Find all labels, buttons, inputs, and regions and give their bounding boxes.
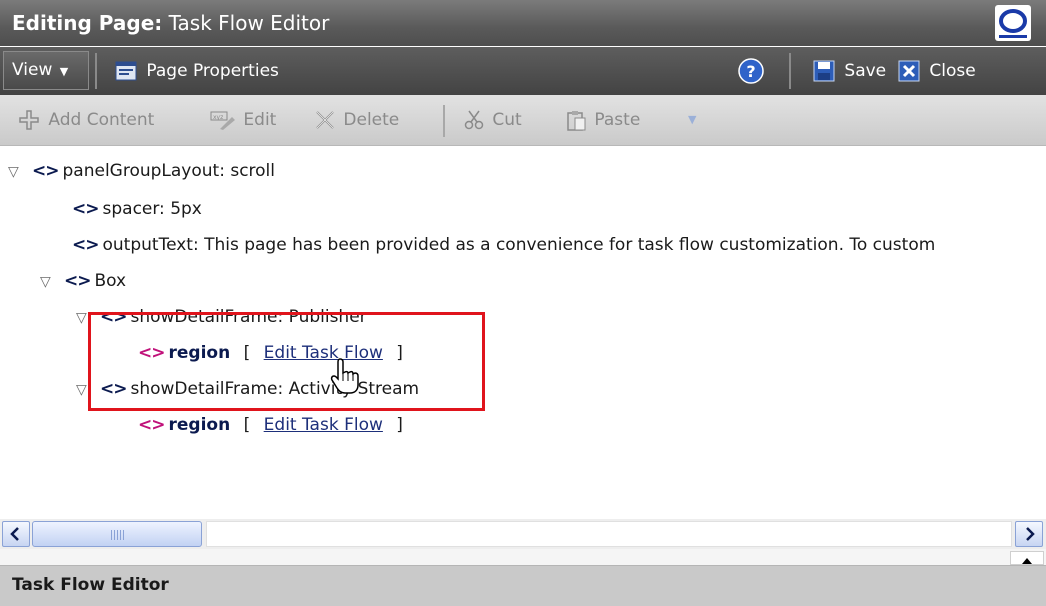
scroll-track[interactable] [206,521,1012,547]
highlight-box [88,312,485,411]
scroll-thumb[interactable] [32,521,202,547]
cut-label: Cut [492,110,522,130]
expand-triangle-icon[interactable]: ▽ [8,159,32,185]
tree-node-box[interactable]: ▽ <> Box [40,268,126,294]
node-label: Box [94,271,127,291]
page-properties-button[interactable]: Page Properties [115,47,279,95]
title-prefix: Editing Page: [12,11,163,35]
page-properties-label: Page Properties [146,61,279,81]
tree-node-output-text[interactable]: <> outputText: This page has been provide… [72,232,935,258]
help-icon: ? [738,58,764,84]
component-tag-icon: <> [72,235,99,255]
scroll-right-button[interactable] [1015,521,1043,547]
title-bar: Editing Page: Task Flow Editor [0,0,1046,46]
scroll-left-button[interactable] [2,521,30,547]
delete-label: Delete [343,110,400,130]
edit-task-flow-link[interactable]: Edit Task Flow [264,415,383,435]
edit-label: Edit [243,110,277,130]
view-label: View [12,60,53,80]
paste-icon [567,111,586,131]
edit-toolbar: Add Content xyz Edit Delete Cut Paste ▼ [0,95,1046,146]
title-name: Task Flow Editor [168,11,330,35]
delete-button[interactable]: Delete [314,95,399,145]
view-menu-button[interactable]: View ▼ [3,51,89,90]
delete-icon [316,111,334,129]
toolbar-overflow-chevron-down-icon[interactable]: ▼ [688,95,696,145]
tree-node-spacer[interactable]: <> spacer: 5px [72,196,202,222]
chevron-right-icon [1026,527,1035,541]
node-label: spacer: 5px [102,199,202,219]
region-label: region [168,415,231,435]
menu-divider [789,53,791,89]
tree-node-region-activity[interactable]: <> region [ Edit Task Flow ] [138,412,403,438]
edit-icon: xyz [210,111,235,130]
node-label: panelGroupLayout: scroll [62,161,276,181]
scroll-grip [111,530,125,540]
panel-splitter[interactable] [0,549,1046,565]
svg-text:?: ? [746,62,755,81]
component-tag-icon: <> [32,161,59,181]
save-label: Save [844,61,887,81]
menu-divider [95,53,97,89]
page-properties-icon [115,61,137,81]
collapse-panel-button[interactable] [1010,551,1044,565]
toolbar-divider [443,105,445,137]
add-content-button[interactable]: Add Content [18,95,154,145]
region-tag-icon: <> [138,415,165,435]
tree-node-panel-group-layout[interactable]: ▽ <> panelGroupLayout: scroll [8,158,275,184]
hand-cursor-icon [330,358,359,394]
status-bar: Task Flow Editor [0,565,1046,606]
add-content-label: Add Content [48,110,155,130]
chevron-left-icon [10,527,19,541]
save-button[interactable]: Save [813,47,886,95]
oracle-logo-icon [995,5,1031,41]
component-tag-icon: <> [72,199,99,219]
component-tag-icon: <> [64,271,91,291]
close-button[interactable]: Close [898,47,976,95]
help-button[interactable]: ? [737,47,765,95]
close-icon [898,60,920,82]
status-title: Task Flow Editor [12,575,169,595]
menu-bar: View ▼ Page Properties ? Save Close [0,47,1046,95]
bracket-open: [ [243,415,251,435]
svg-text:xyz: xyz [213,114,223,121]
expand-triangle-icon[interactable]: ▽ [40,269,64,295]
bracket-close: ] [396,415,403,435]
horizontal-scrollbar[interactable] [0,519,1046,549]
scissors-icon [464,110,484,130]
add-content-icon [19,110,39,130]
save-icon [813,60,835,82]
chevron-down-icon: ▼ [59,65,69,78]
page-title: Editing Page: Task Flow Editor [12,11,329,35]
node-label: outputText: This page has been provided … [102,235,936,255]
paste-button[interactable]: Paste [565,95,640,145]
close-label: Close [929,61,976,81]
edit-button[interactable]: xyz Edit [210,95,276,145]
cut-button[interactable]: Cut [463,95,522,145]
paste-label: Paste [594,110,641,130]
